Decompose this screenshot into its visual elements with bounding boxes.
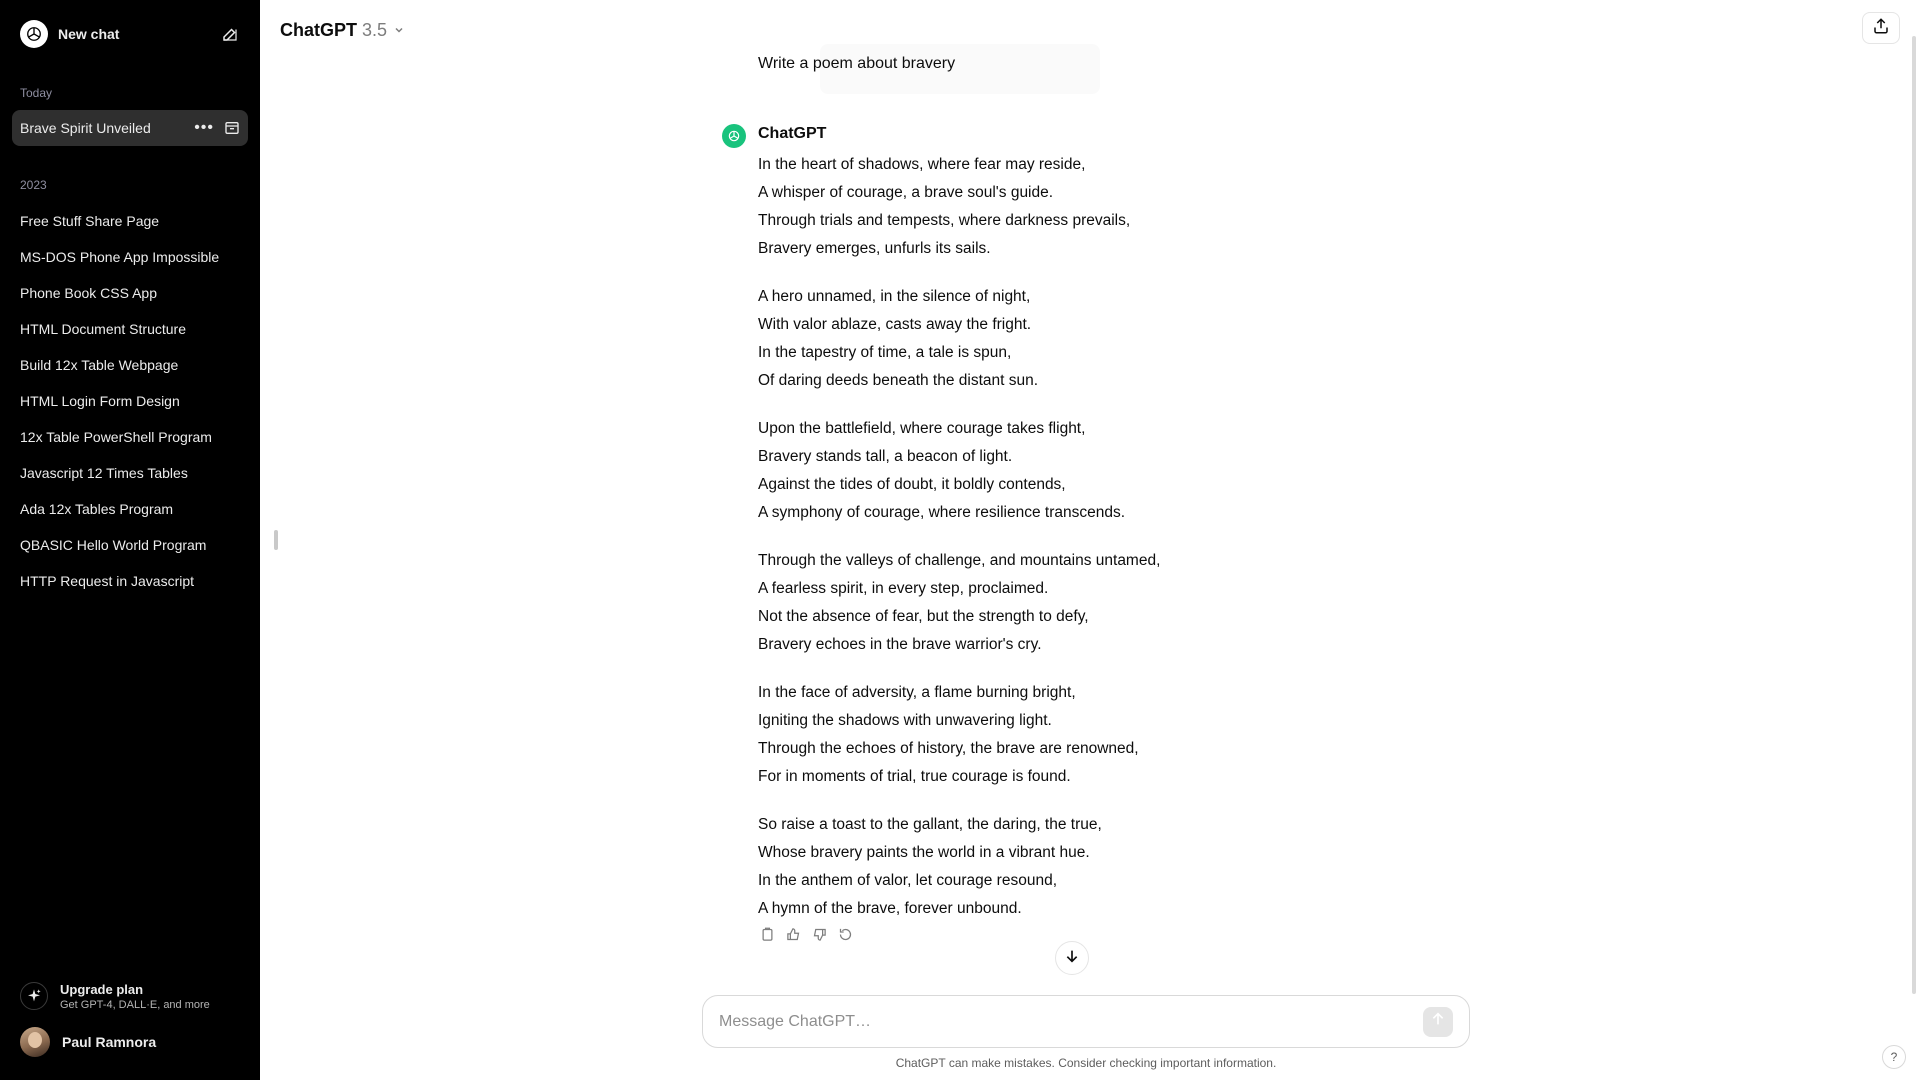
upgrade-subtitle: Get GPT-4, DALL·E, and more: [60, 998, 210, 1011]
send-button[interactable]: [1423, 1006, 1453, 1037]
sidebar-item[interactable]: MS-DOS Phone App Impossible: [12, 239, 248, 275]
sidebar-item-label: HTML Document Structure: [20, 321, 186, 337]
scrollbar[interactable]: [1912, 36, 1916, 994]
model-selector[interactable]: ChatGPT 3.5: [280, 16, 405, 44]
dots-icon[interactable]: •••: [194, 120, 214, 136]
sidebar-item[interactable]: HTML Document Structure: [12, 311, 248, 347]
poem-line: Whose bravery paints the world in a vibr…: [758, 844, 1090, 861]
arrow-down-icon: [1064, 948, 1080, 969]
openai-logo-icon: [20, 20, 48, 48]
poem-stanza: So raise a toast to the gallant, the dar…: [758, 811, 1318, 923]
scroll-down-button[interactable]: [1055, 941, 1089, 975]
sidebar-item-label: 12x Table PowerShell Program: [20, 429, 212, 445]
poem-line: Through the valleys of challenge, and mo…: [758, 552, 1161, 569]
poem-line: In the face of adversity, a flame burnin…: [758, 684, 1076, 701]
user-message: Write a poem about bravery: [758, 55, 956, 72]
help-button[interactable]: ?: [1882, 1045, 1906, 1069]
poem-line: In the tapestry of time, a tale is spun,: [758, 344, 1012, 361]
share-button[interactable]: [1862, 12, 1900, 44]
sidebar-item-label: Free Stuff Share Page: [20, 213, 160, 229]
poem-line: A symphony of courage, where resilience …: [758, 504, 1126, 521]
sidebar-item-label: MS-DOS Phone App Impossible: [20, 249, 220, 265]
sidebar-item[interactable]: Javascript 12 Times Tables: [12, 455, 248, 491]
poem-line: Upon the battlefield, where courage take…: [758, 420, 1086, 437]
sidebar-item[interactable]: QBASIC Hello World Program: [12, 527, 248, 563]
new-chat-label: New chat: [58, 26, 120, 42]
sidebar-item-label: Ada 12x Tables Program: [20, 501, 174, 517]
poem-line: Bravery emerges, unfurls its sails.: [758, 240, 991, 257]
sidebar-item-label: HTML Login Form Design: [20, 393, 180, 409]
thumbs-up-icon[interactable]: [784, 925, 802, 943]
message-input[interactable]: [719, 1012, 1423, 1031]
arrow-up-icon: [1430, 1011, 1446, 1032]
poem-line: Igniting the shadows with unwavering lig…: [758, 712, 1052, 729]
poem-line: A hymn of the brave, forever unbound.: [758, 900, 1022, 917]
sidebar-item[interactable]: HTTP Request in Javascript: [12, 563, 248, 599]
poem-line: Of daring deeds beneath the distant sun.: [758, 372, 1039, 389]
assistant-name: ChatGPT: [758, 125, 827, 142]
upgrade-title: Upgrade plan: [60, 981, 144, 997]
poem-line: In the anthem of valor, let courage reso…: [758, 872, 1057, 889]
sidebar-item-label: Brave Spirit Unveiled: [20, 120, 151, 136]
sidebar-item-label: QBASIC Hello World Program: [20, 537, 207, 553]
poem-line: For in moments of trial, true courage is…: [758, 768, 1071, 785]
sidebar-item[interactable]: HTML Login Form Design: [12, 383, 248, 419]
poem-stanza: In the heart of shadows, where fear may …: [758, 151, 1318, 263]
clipboard-icon[interactable]: [758, 925, 776, 943]
poem-stanza: A hero unnamed, in the silence of night,…: [758, 283, 1318, 395]
sidebar-item[interactable]: Build 12x Table Webpage: [12, 347, 248, 383]
sidebar-item-label: Build 12x Table Webpage: [20, 357, 179, 373]
disclaimer: ChatGPT can make mistakes. Consider chec…: [895, 1056, 1277, 1070]
poem-stanza: Through the valleys of challenge, and mo…: [758, 547, 1318, 659]
section-label-2023: 2023: [20, 178, 47, 192]
sidebar-item-active[interactable]: Brave Spirit Unveiled •••: [12, 110, 248, 146]
new-chat-button[interactable]: New chat: [12, 18, 248, 50]
archive-icon[interactable]: [224, 120, 240, 136]
message-composer: [702, 995, 1470, 1048]
poem-line: In the heart of shadows, where fear may …: [758, 156, 1086, 173]
poem-line: So raise a toast to the gallant, the dar…: [758, 816, 1102, 833]
sidebar-item[interactable]: Free Stuff Share Page: [12, 203, 248, 239]
poem-line: Against the tides of doubt, it boldly co…: [758, 476, 1066, 493]
sidebar-resize-handle[interactable]: [274, 530, 278, 550]
poem-line: Bravery echoes in the brave warrior's cr…: [758, 636, 1042, 653]
poem-stanza: Upon the battlefield, where courage take…: [758, 415, 1318, 527]
poem-line: Through the echoes of history, the brave…: [758, 740, 1139, 757]
sidebar-item[interactable]: Ada 12x Tables Program: [12, 491, 248, 527]
assistant-message: In the heart of shadows, where fear may …: [758, 151, 1318, 943]
share-icon: [1872, 17, 1890, 40]
poem-line: With valor ablaze, casts away the fright…: [758, 316, 1032, 333]
poem-line: A fearless spirit, in every step, procla…: [758, 580, 1049, 597]
chevron-down-icon: [393, 24, 405, 36]
avatar: [20, 1027, 50, 1057]
user-name: Paul Ramnora: [62, 1034, 157, 1050]
sidebar-item-label: HTTP Request in Javascript: [20, 573, 195, 589]
poem-line: Through trials and tempests, where darkn…: [758, 212, 1131, 229]
section-label-today: Today: [20, 86, 53, 100]
sidebar-item-label: Phone Book CSS App: [20, 285, 157, 301]
poem-line: Bravery stands tall, a beacon of light.: [758, 448, 1013, 465]
edit-icon[interactable]: [220, 24, 240, 44]
sidebar-item-label: Javascript 12 Times Tables: [20, 465, 188, 481]
sidebar-item[interactable]: Phone Book CSS App: [12, 275, 248, 311]
chatgpt-avatar-icon: [722, 124, 746, 148]
poem-line: A hero unnamed, in the silence of night,: [758, 288, 1031, 305]
user-menu[interactable]: Paul Ramnora: [12, 1024, 248, 1060]
sparkle-icon: [20, 982, 48, 1010]
message-actions: [758, 925, 854, 943]
model-version: 3.5: [362, 19, 388, 40]
thumbs-down-icon[interactable]: [810, 925, 828, 943]
poem-line: A whisper of courage, a brave soul's gui…: [758, 184, 1054, 201]
poem-line: Not the absence of fear, but the strengt…: [758, 608, 1089, 625]
sidebar-item[interactable]: 12x Table PowerShell Program: [12, 419, 248, 455]
model-name: ChatGPT: [280, 19, 358, 40]
sidebar: New chat Today Brave Spirit Unveiled •••…: [0, 0, 260, 1080]
poem-stanza: In the face of adversity, a flame burnin…: [758, 679, 1318, 791]
upgrade-plan-button[interactable]: Upgrade plan Get GPT-4, DALL·E, and more: [12, 976, 248, 1016]
regenerate-icon[interactable]: [836, 925, 854, 943]
